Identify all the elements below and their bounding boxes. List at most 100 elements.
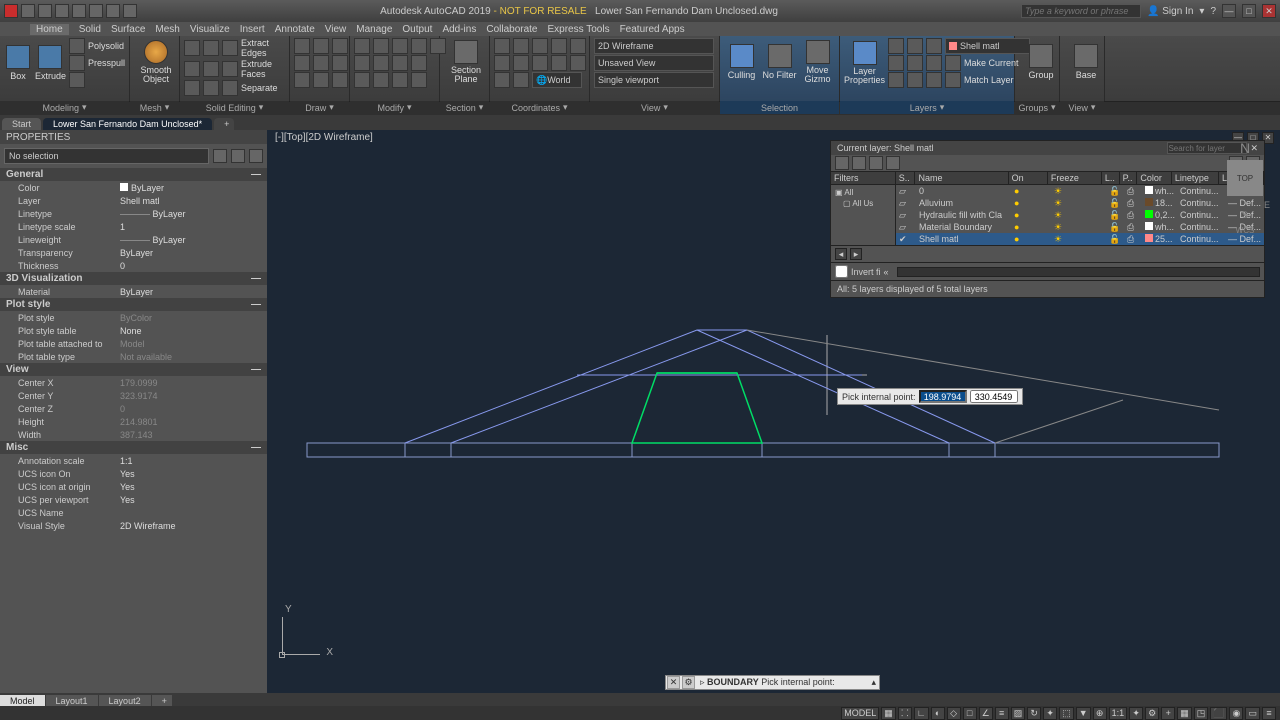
box-button[interactable]: Box [4,39,32,87]
l6-icon[interactable] [926,55,942,71]
group-button[interactable]: Group [1019,38,1063,86]
array-icon[interactable] [392,72,408,88]
c11-icon[interactable] [494,72,510,88]
section-view[interactable]: View— [0,363,267,376]
selection-dropdown[interactable]: No selection [4,148,209,164]
hatch-icon[interactable] [294,72,310,88]
filter-icon[interactable]: ▼ [1076,707,1091,720]
x-coord-input[interactable] [919,390,967,403]
extrude-faces-icon[interactable] [222,61,238,77]
lineweight-icon[interactable]: ≡ [995,707,1009,720]
layer-row[interactable]: ▱Material Boundary●☀🔓⎙wh...Continu...— D… [896,221,1264,233]
isodraft-icon[interactable]: ◇ [947,707,961,720]
tab-featured[interactable]: Featured Apps [620,24,685,35]
c9-icon[interactable] [551,55,567,71]
c2-icon[interactable] [513,38,529,54]
match-layer-button[interactable]: Match Layer [964,75,1014,85]
model-tab[interactable]: Model [0,695,45,707]
active-doc-tab[interactable]: Lower San Fernando Dam Unclosed* [43,118,212,130]
tab-surface[interactable]: Surface [111,24,145,35]
polysolid-icon[interactable] [69,38,85,54]
qat-redo-icon[interactable] [123,4,137,18]
polysolid-button[interactable]: Polysolid [88,41,124,51]
extract-edges-button[interactable]: Extract Edges [241,38,285,58]
i1-icon[interactable] [184,61,200,77]
layout1-tab[interactable]: Layout1 [46,695,98,707]
union-icon[interactable] [184,40,200,56]
circle-icon[interactable] [332,38,348,54]
section-plane-button[interactable]: Section Plane [444,38,488,86]
ellipse-icon[interactable] [332,55,348,71]
visual-style-select[interactable]: 2D Wireframe [594,38,714,54]
cmdline-close-icon[interactable]: ✕ [667,676,680,689]
y-coord-input[interactable] [970,390,1018,403]
3dosnap-icon[interactable]: ✦ [1043,707,1057,720]
saved-view-select[interactable]: Unsaved View [594,55,714,71]
stretch-icon[interactable] [354,72,370,88]
tab-visualize[interactable]: Visualize [190,24,230,35]
i3-icon[interactable] [184,80,200,96]
m4-icon[interactable] [411,72,427,88]
fillet-icon[interactable] [392,55,408,71]
i4-icon[interactable] [203,80,219,96]
polar-icon[interactable]: ◐ [931,707,945,720]
customize-icon[interactable]: ≡ [1262,707,1276,720]
new-tab-button[interactable]: + [214,118,234,130]
m3-icon[interactable] [411,55,427,71]
separate-button[interactable]: Separate [241,83,278,93]
tab-view[interactable]: View [325,24,347,35]
section-3dvis[interactable]: 3D Visualization— [0,272,267,285]
tab-annotate[interactable]: Annotate [275,24,315,35]
revolve-icon[interactable] [69,72,85,88]
extrude-button[interactable]: Extrude [35,39,66,87]
set-current-icon[interactable] [886,156,900,170]
l7-icon[interactable] [888,72,904,88]
layer-row[interactable]: ▱Alluvium●☀🔓⎙18...Continu...— Def... [896,197,1264,209]
copy-icon[interactable] [354,55,370,71]
m1-icon[interactable] [411,38,427,54]
l4-icon[interactable] [888,55,904,71]
qat-open-icon[interactable] [38,4,52,18]
tab-solid[interactable]: Solid [79,24,101,35]
base-button[interactable]: Base [1064,38,1108,86]
section-general[interactable]: General— [0,168,267,181]
l1-icon[interactable] [888,38,904,54]
qat-saveas-icon[interactable] [72,4,86,18]
l2-icon[interactable] [907,38,923,54]
help-icon[interactable]: ? [1210,6,1216,17]
gizmo-icon[interactable]: ⊕ [1093,707,1107,720]
qat-plot-icon[interactable] [89,4,103,18]
l3-icon[interactable] [926,38,942,54]
layer-hscroll[interactable] [897,267,1260,277]
l8-icon[interactable] [907,72,923,88]
pick-add-icon[interactable] [231,149,245,163]
layer-filter-tree[interactable]: ▣ All ▢ All Us [831,185,896,245]
presspull-button[interactable]: Presspull [88,58,125,68]
spline-icon[interactable] [313,72,329,88]
layer-row[interactable]: ▱0●☀🔓⎙wh...Continu...— Def... [896,185,1264,197]
viewport-select[interactable]: Single viewport [594,72,714,88]
qprops-icon[interactable]: ◳ [1194,707,1209,720]
anno-monitor-icon[interactable]: + [1161,707,1175,720]
section-plot[interactable]: Plot style— [0,298,267,311]
c7-icon[interactable] [513,55,529,71]
quick-select-icon[interactable] [213,149,227,163]
c3-icon[interactable] [532,38,548,54]
help-search-input[interactable] [1021,4,1141,18]
hardware-icon[interactable]: ⬛ [1210,707,1227,720]
transparency-icon[interactable]: ▨ [1011,707,1026,720]
c8-icon[interactable] [532,55,548,71]
c5-icon[interactable] [570,38,586,54]
l5-icon[interactable] [907,55,923,71]
move-icon[interactable] [354,38,370,54]
osnap-icon[interactable]: □ [963,707,977,720]
layer-list[interactable]: ▱0●☀🔓⎙wh...Continu...— Def...▱Alluvium●☀… [896,185,1264,245]
new-layer-vp-icon[interactable] [852,156,866,170]
make-current-button[interactable]: Make Current [964,58,1019,68]
cmdline-config-icon[interactable]: ⚙ [682,676,695,689]
world-select[interactable]: 🌐 World [532,72,582,88]
extrude-faces-button[interactable]: Extrude Faces [241,59,285,79]
new-layer-icon[interactable] [835,156,849,170]
extract-edges-icon[interactable] [222,40,238,56]
pline-icon[interactable] [313,38,329,54]
